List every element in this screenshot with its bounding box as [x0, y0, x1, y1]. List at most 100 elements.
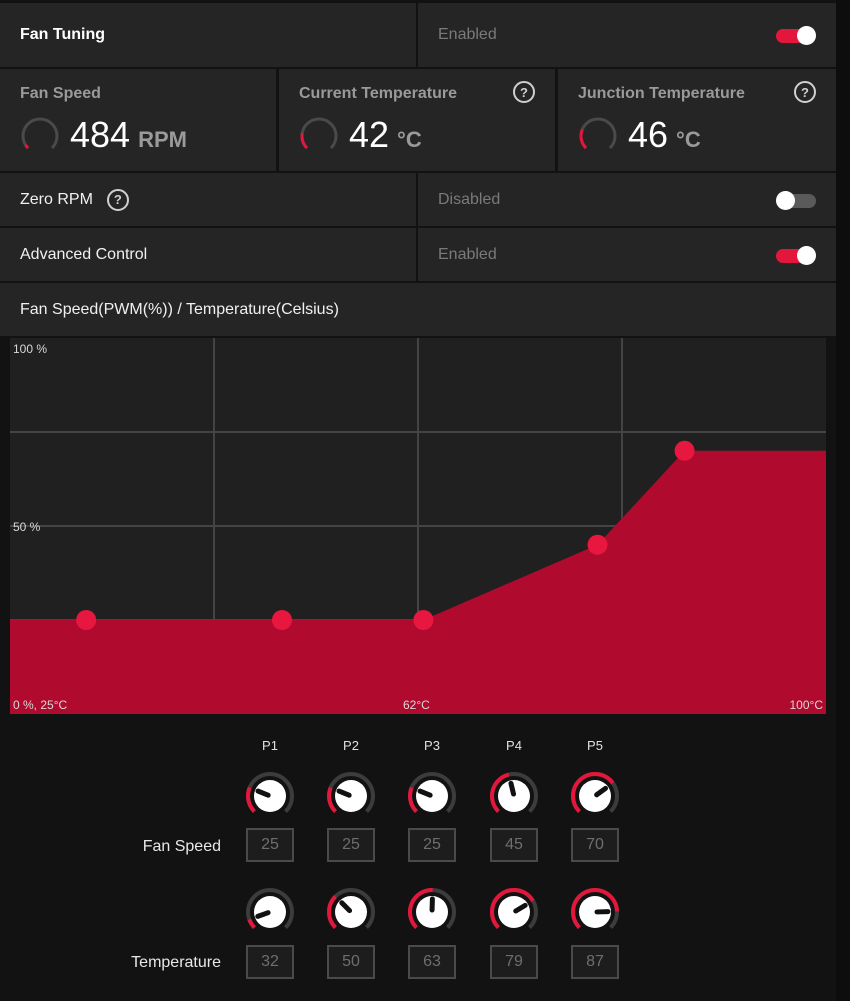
window-edge — [836, 0, 850, 1001]
fan-speed-metric-value-wrap: 484 RPM — [70, 117, 187, 153]
fan-speed-metric-value: 484 — [70, 114, 131, 155]
current-temperature-metric-unit: °C — [397, 127, 422, 152]
knob-fill — [246, 786, 256, 813]
temperature-input-p5[interactable]: 87 — [571, 945, 619, 979]
advanced-control-row: Advanced Control Enabled — [0, 228, 836, 281]
fan-speed-input-p5[interactable]: 70 — [571, 828, 619, 862]
current-temperature-metric: Current Temperature ? 42 °C — [279, 69, 555, 171]
column-label-p4: P4 — [506, 738, 522, 753]
curve-point-p3[interactable] — [413, 610, 434, 630]
chart-y-mid-label: 50 % — [13, 520, 41, 534]
current-temperature-value-wrap: 42 °C — [349, 117, 422, 153]
advanced-control-toggle[interactable] — [776, 245, 816, 265]
zero-rpm-toggle[interactable] — [776, 190, 816, 210]
advanced-control-label-cell: Advanced Control — [0, 228, 416, 281]
chart-x-mid-label: 62°C — [403, 698, 430, 712]
fan-tuning-page: Fan Tuning Enabled Fan Speed 484 RPM Curr… — [0, 0, 850, 1001]
gauge-fill — [300, 133, 309, 150]
gauge-track — [579, 117, 617, 150]
fan-speed-input-p4[interactable]: 45 — [490, 828, 538, 862]
knob-fill — [247, 918, 256, 929]
current-temperature-metric-title: Current Temperature — [299, 85, 457, 102]
fan-curve-svg[interactable] — [10, 338, 826, 714]
fan-speed-metric: Fan Speed 484 RPM — [0, 69, 276, 171]
zero-rpm-row: Zero RPM ? Disabled — [0, 173, 836, 226]
toggle-knob — [797, 245, 816, 265]
column-label-p2: P2 — [343, 738, 359, 753]
temperature-knob-p1[interactable] — [244, 886, 296, 938]
temperature-knob-p2[interactable] — [325, 886, 377, 938]
knob-indicator — [508, 780, 517, 797]
gauge-fill — [24, 144, 30, 150]
fan-tuning-value-cell: Enabled — [418, 3, 836, 67]
curve-header-cell: Fan Speed(PWM(%)) / Temperature(Celsius) — [0, 283, 836, 336]
zero-rpm-label-cell: Zero RPM ? — [0, 173, 416, 226]
fan-tuning-title: Fan Tuning — [20, 26, 106, 43]
knob-fill — [408, 786, 418, 813]
column-label-p5: P5 — [587, 738, 603, 753]
fan-speed-metric-unit: RPM — [138, 127, 187, 152]
fan-curve-chart[interactable]: 100 % 50 % 0 %, 25°C 62°C 100°C — [10, 338, 826, 714]
advanced-control-label: Advanced Control — [20, 245, 148, 263]
curve-header-title: Fan Speed(PWM(%)) / Temperature(Celsius) — [20, 300, 339, 318]
temperature-knob-p5[interactable] — [569, 886, 621, 938]
gauge-track — [300, 117, 338, 150]
chart-origin-label: 0 %, 25°C — [13, 698, 68, 712]
advanced-control-status: Enabled — [438, 245, 497, 263]
advanced-control-value-cell: Enabled — [418, 228, 836, 281]
junction-temperature-metric-value: 46 — [628, 114, 669, 155]
temperature-input-p3[interactable]: 63 — [408, 945, 456, 979]
fan-speed-knob-p3[interactable] — [406, 770, 458, 822]
chart-x-max-label: 100°C — [789, 698, 824, 712]
curve-header-row: Fan Speed(PWM(%)) / Temperature(Celsius) — [0, 283, 836, 336]
junction-temperature-gauge-icon — [579, 117, 617, 150]
fan-speed-knob-p1[interactable] — [244, 770, 296, 822]
current-temperature-help-icon[interactable]: ? — [513, 81, 535, 103]
curve-points-panel: P1 P2 P3 P4 P5 Fan Speed Temperature 25 … — [0, 725, 836, 1001]
fan-speed-knob-p2[interactable] — [325, 770, 377, 822]
gauge-fill — [579, 128, 588, 150]
temperature-knob-p3[interactable] — [406, 886, 458, 938]
fan-speed-knob-p5[interactable] — [569, 770, 621, 822]
current-temperature-gauge-icon — [300, 117, 338, 150]
curve-point-p1[interactable] — [76, 610, 97, 630]
junction-temperature-metric-unit: °C — [676, 127, 701, 152]
fan-speed-gauge-icon — [21, 117, 59, 150]
temperature-input-p4[interactable]: 79 — [490, 945, 538, 979]
current-temperature-metric-value: 42 — [349, 114, 390, 155]
temperature-knob-p4[interactable] — [488, 886, 540, 938]
curve-point-p2[interactable] — [272, 610, 292, 630]
metrics-row: Fan Speed 484 RPM Current Temperature ? 4… — [0, 69, 836, 171]
zero-rpm-help-icon[interactable]: ? — [106, 188, 129, 211]
knob-indicator — [255, 910, 271, 919]
fan-tuning-row: Fan Tuning Enabled — [0, 3, 836, 67]
fan-speed-input-p1[interactable]: 25 — [246, 828, 294, 862]
zero-rpm-label: Zero RPM — [20, 190, 93, 208]
zero-rpm-status: Disabled — [438, 190, 501, 208]
fan-speed-metric-title: Fan Speed — [20, 85, 101, 102]
temperature-input-p1[interactable]: 32 — [246, 945, 294, 979]
knob-fill — [327, 786, 337, 813]
fan-tuning-toggle[interactable] — [776, 26, 816, 45]
junction-temperature-metric-title: Junction Temperature — [578, 85, 745, 102]
column-label-p1: P1 — [262, 738, 278, 753]
fan-speed-input-p2[interactable]: 25 — [327, 828, 375, 862]
temperature-input-p2[interactable]: 50 — [327, 945, 375, 979]
temperature-row-label: Temperature — [131, 954, 221, 971]
junction-temperature-value-wrap: 46 °C — [628, 117, 701, 153]
fan-speed-knob-p4[interactable] — [488, 770, 540, 822]
toggle-knob — [797, 26, 816, 45]
toggle-knob — [776, 190, 795, 210]
column-label-p3: P3 — [424, 738, 440, 753]
fan-speed-input-p3[interactable]: 25 — [408, 828, 456, 862]
knob-fill — [327, 895, 337, 929]
fan-tuning-status: Enabled — [438, 26, 497, 43]
curve-point-p4[interactable] — [587, 534, 608, 555]
fan-tuning-title-cell: Fan Tuning — [0, 3, 416, 67]
chart-y-top-label: 100 % — [13, 342, 48, 356]
curve-point-p5[interactable] — [674, 440, 695, 461]
gauge-track — [21, 117, 59, 150]
junction-temperature-metric: Junction Temperature ? 46 °C — [558, 69, 836, 171]
junction-temperature-help-icon[interactable]: ? — [794, 81, 816, 103]
fan-speed-row-label: Fan Speed — [142, 838, 221, 855]
